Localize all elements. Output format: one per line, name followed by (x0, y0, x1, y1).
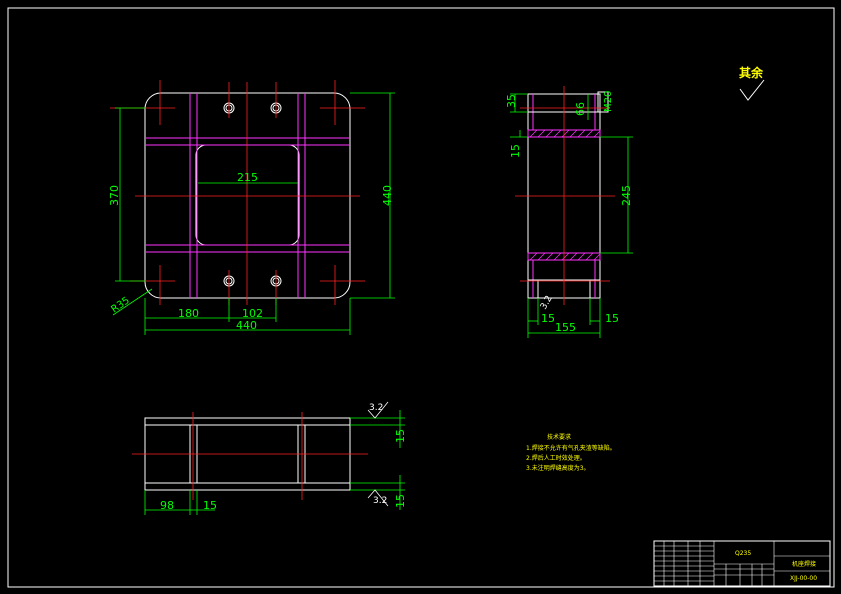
dim-98-label: 98 (160, 499, 174, 512)
front-outer-plate (144, 92, 351, 299)
roughness-top-label: 3.2 (369, 403, 383, 413)
roughness-bottom-label: 3.2 (373, 496, 387, 506)
dim-15-bottom-left-label: 15 (541, 312, 555, 325)
front-view: 215 370 440 180 102 440 R35 (108, 80, 395, 335)
front-centerlines (110, 80, 365, 305)
drawing-canvas: 215 370 440 180 102 440 R35 35 66 M20 15… (7, 7, 835, 588)
top-view: 3.2 15 3.2 15 98 15 (132, 401, 407, 515)
dim-15-bottom-right-label: 15 (605, 312, 619, 325)
dim-370-label: 370 (108, 185, 121, 206)
dim-440-vertical-label: 440 (381, 185, 394, 206)
front-horizontal-ribs (145, 93, 350, 298)
side-top-hatch (529, 129, 601, 138)
tech-req-item-2: 2.焊后人工时效处理。 (526, 454, 586, 462)
dim-15-top-view-label: 15 (394, 429, 407, 443)
dim-r35-label: R35 (109, 295, 131, 315)
title-block-drawing-number: XJJ-00-00 (790, 575, 817, 582)
dim-155-label: 155 (555, 321, 576, 334)
title-block: Q235 机座焊接 XJJ-00-00 (653, 540, 831, 587)
title-block-material: Q235 (735, 550, 751, 557)
dim-m20-label: M20 (603, 91, 614, 112)
dim-15-bottom-view-label: 15 (394, 494, 407, 508)
top-dimension-lines (144, 410, 405, 515)
front-center-window (195, 144, 300, 246)
dim-215-label: 215 (237, 171, 258, 184)
dim-15-top-label: 15 (509, 144, 522, 158)
side-bolt-detail (528, 91, 609, 298)
dim-35-label: 35 (505, 94, 518, 108)
surface-finish-symbol (739, 79, 765, 101)
dim-66-label: 66 (574, 102, 587, 116)
title-block-part-name: 机座焊接 (792, 560, 816, 568)
surface-finish-label: 其余 (739, 65, 764, 80)
tech-req-item-3: 3.未注明焊缝高度为3。 (526, 464, 590, 472)
dim-440-horizontal-label: 440 (236, 319, 257, 332)
front-dimension-lines (112, 92, 395, 335)
dim-15-horizontal-label: 15 (203, 499, 217, 512)
tech-req-title: 技术要求 (547, 433, 571, 441)
tech-req-item-1: 1.焊接不允许有气孔夹渣等缺陷。 (526, 444, 616, 452)
dim-180-label: 180 (178, 307, 199, 320)
sheet-border (7, 7, 835, 588)
dim-245-label: 245 (620, 185, 633, 206)
front-bolt-holes (223, 102, 282, 287)
side-view: 35 66 M20 15 245 3.2 15 155 15 (505, 86, 633, 338)
surface-finish-note: 其余 (739, 65, 765, 101)
technical-requirements: 技术要求 1.焊接不允许有气孔夹渣等缺陷。 2.焊后人工时效处理。 3.未注明焊… (526, 433, 616, 472)
side-bottom-hatch (529, 252, 601, 261)
dim-3-2-label: 3.2 (539, 294, 555, 311)
